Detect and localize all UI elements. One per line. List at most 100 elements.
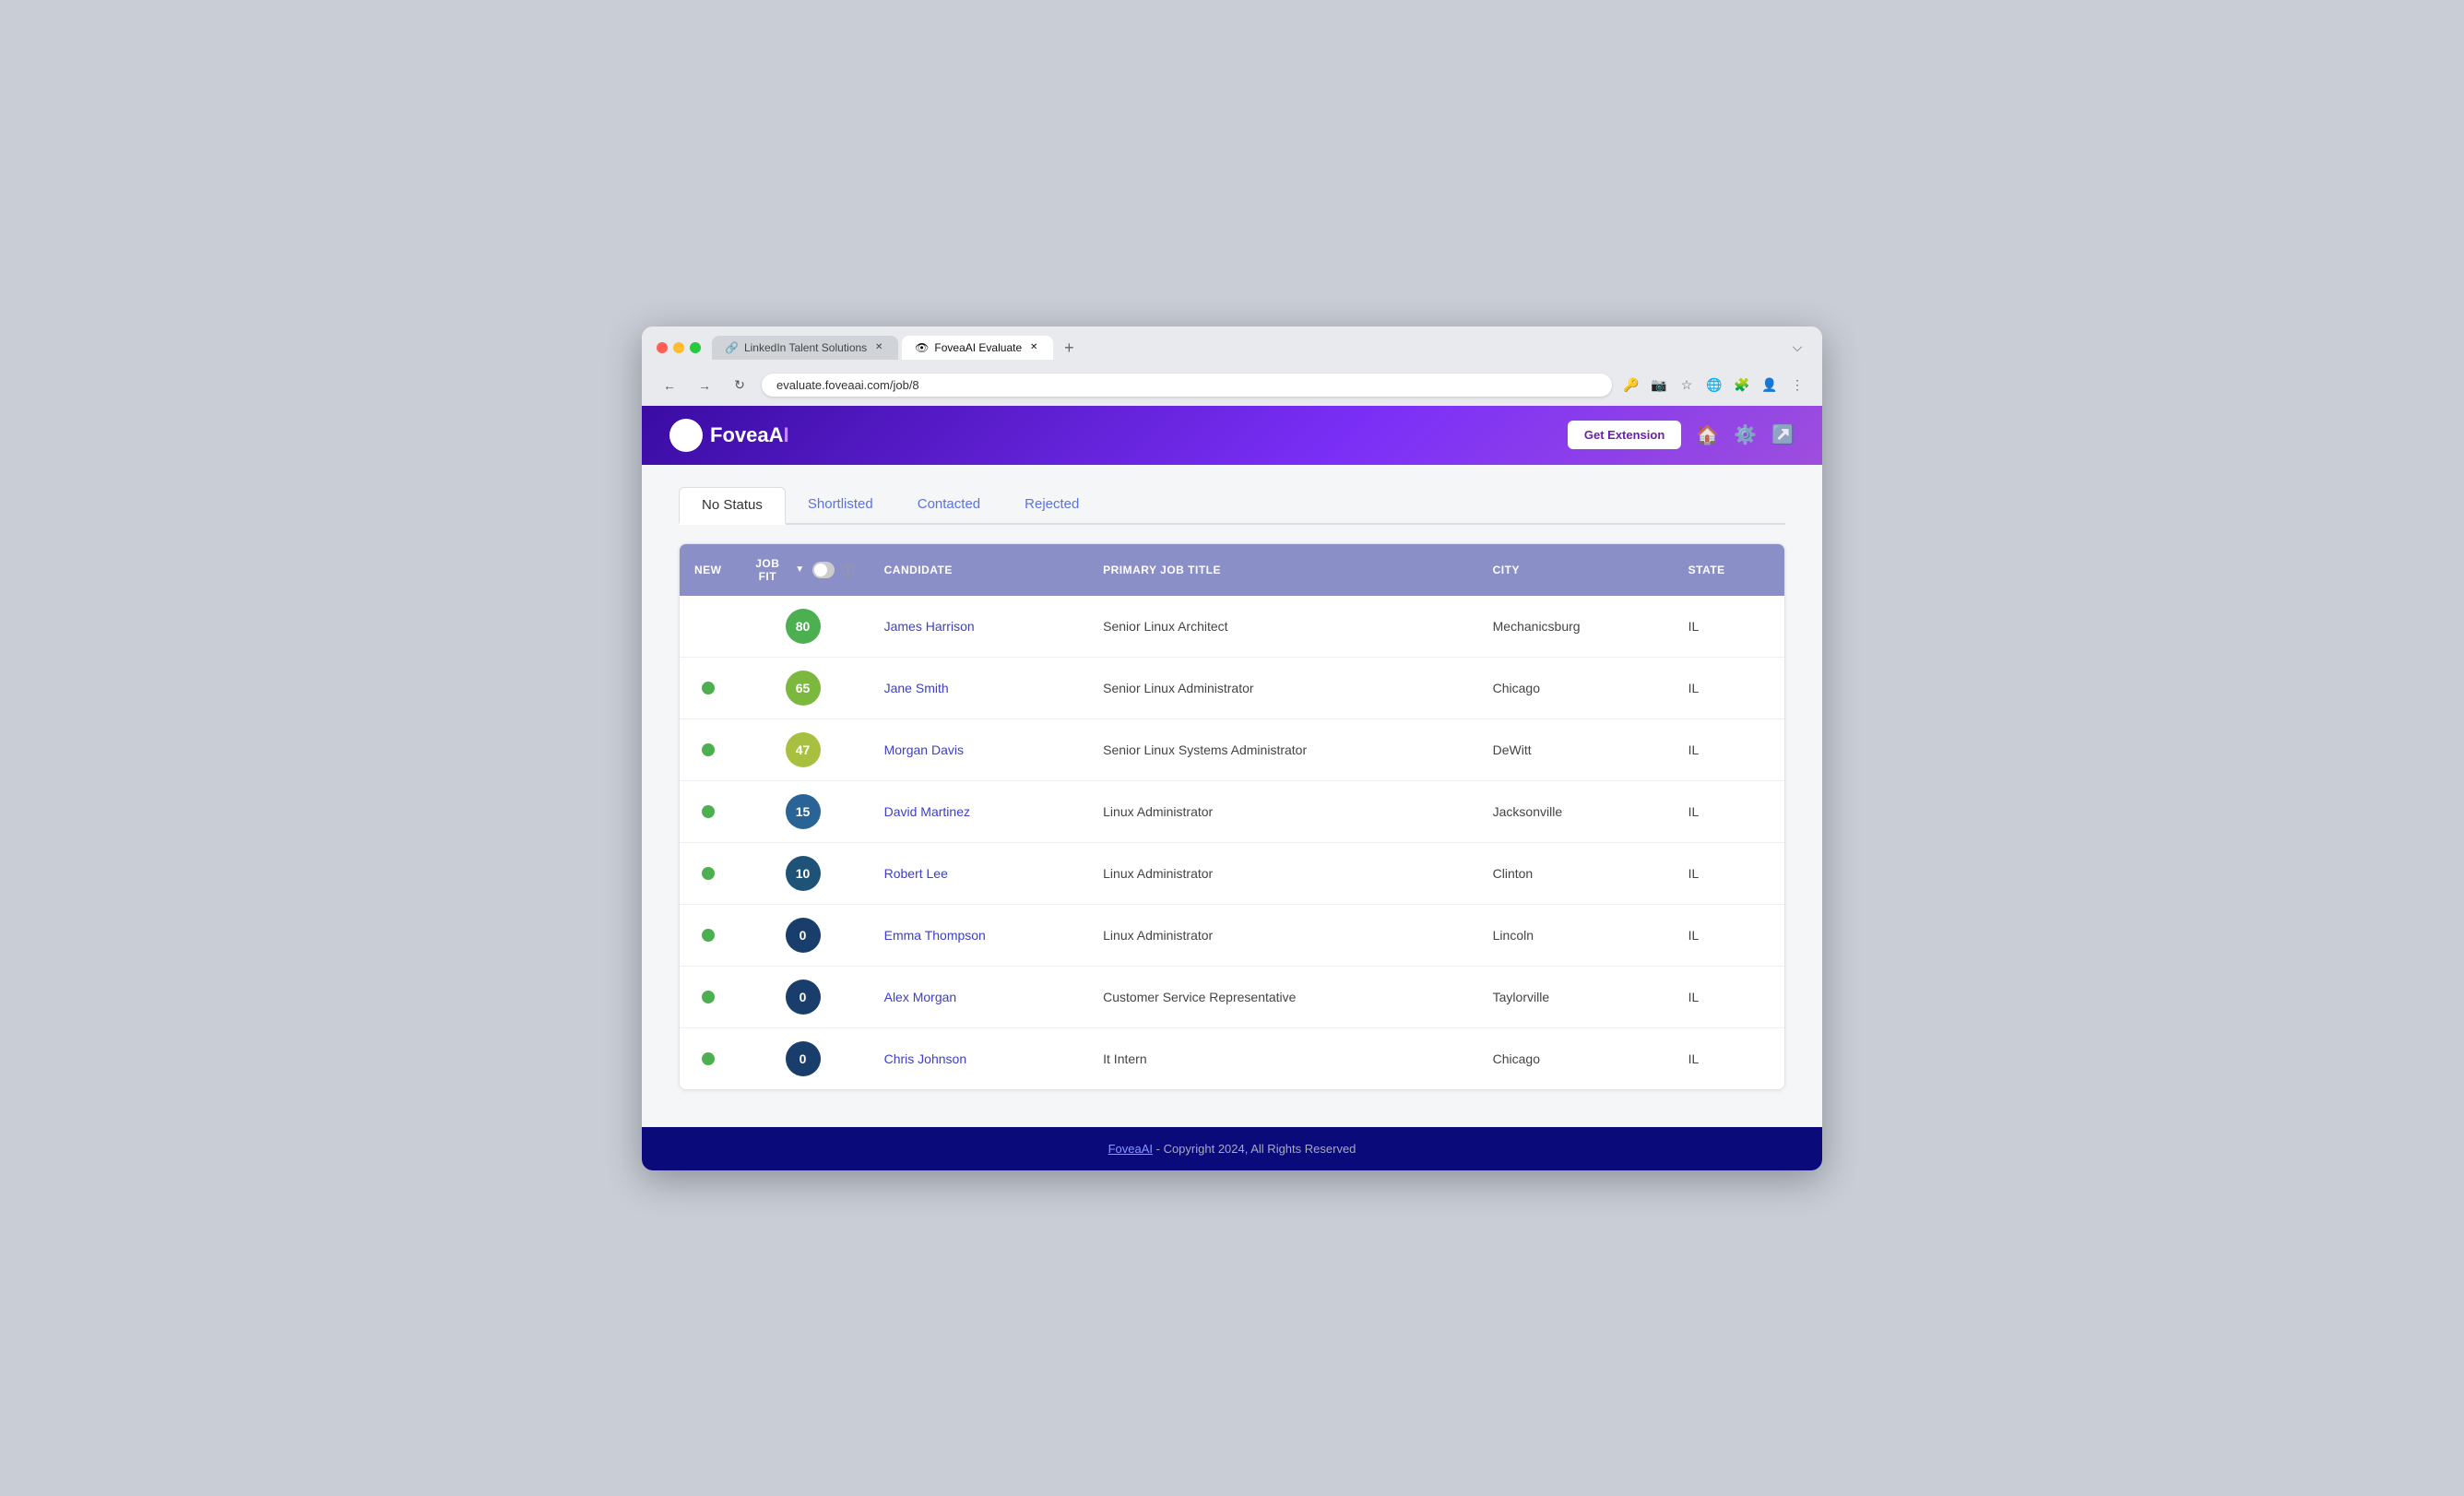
- table-row: 15 David Martinez Linux Administrator Ja…: [680, 780, 1784, 842]
- profile-icon[interactable]: 🌐: [1704, 375, 1724, 396]
- browser-window: 🔗 LinkedIn Talent Solutions ✕ 👁 FoveaAI …: [642, 327, 1822, 1170]
- candidate-name-2[interactable]: Morgan Davis: [884, 742, 964, 757]
- cell-candidate-1[interactable]: Jane Smith: [870, 657, 1089, 718]
- bookmark-icon[interactable]: ☆: [1676, 375, 1697, 396]
- cell-title-0: Senior Linux Architect: [1088, 596, 1478, 658]
- col-header-state: STATE: [1674, 544, 1784, 596]
- job-fit-toggle[interactable]: [812, 562, 835, 578]
- get-extension-button[interactable]: Get Extension: [1568, 421, 1681, 449]
- export-icon[interactable]: ↗️: [1771, 423, 1795, 446]
- refresh-button[interactable]: ↻: [727, 373, 752, 398]
- status-tabs: No Status Shortlisted Contacted Rejected: [679, 487, 1785, 525]
- tab-contacted[interactable]: Contacted: [895, 487, 1002, 525]
- logo-text: FoveaAI: [710, 423, 789, 447]
- avatar-icon[interactable]: 👤: [1759, 375, 1780, 396]
- cell-candidate-7[interactable]: Chris Johnson: [870, 1027, 1089, 1089]
- info-icon[interactable]: ⓘ: [842, 561, 855, 578]
- tab-no-status[interactable]: No Status: [679, 487, 786, 525]
- new-indicator: [702, 682, 715, 695]
- cell-new-5: [680, 904, 737, 966]
- candidate-name-6[interactable]: Alex Morgan: [884, 990, 957, 1004]
- fit-badge-7: 0: [786, 1041, 821, 1076]
- cell-new-2: [680, 718, 737, 780]
- cell-state-0: IL: [1674, 596, 1784, 658]
- cell-new-1: [680, 657, 737, 718]
- chrome-top: 🔗 LinkedIn Talent Solutions ✕ 👁 FoveaAI …: [657, 336, 1807, 360]
- candidate-name-1[interactable]: Jane Smith: [884, 681, 949, 695]
- extension-icon[interactable]: 🧩: [1732, 375, 1752, 396]
- sort-icon: ▼: [795, 564, 804, 575]
- table-row: 0 Chris Johnson It Intern Chicago IL: [680, 1027, 1784, 1089]
- cell-candidate-5[interactable]: Emma Thompson: [870, 904, 1089, 966]
- cell-title-4: Linux Administrator: [1088, 842, 1478, 904]
- cell-fit-2: 47: [737, 718, 870, 780]
- address-bar[interactable]: [762, 374, 1612, 397]
- cell-candidate-3[interactable]: David Martinez: [870, 780, 1089, 842]
- cell-fit-4: 10: [737, 842, 870, 904]
- tab-rejected[interactable]: Rejected: [1002, 487, 1101, 525]
- new-indicator: [702, 991, 715, 1003]
- fit-badge-6: 0: [786, 980, 821, 1015]
- cell-new-3: [680, 780, 737, 842]
- new-indicator: [702, 1052, 715, 1065]
- traffic-lights: [657, 342, 701, 353]
- new-tab-button[interactable]: +: [1057, 336, 1082, 360]
- table-row: 0 Emma Thompson Linux Administrator Linc…: [680, 904, 1784, 966]
- cell-state-5: IL: [1674, 904, 1784, 966]
- tab-fovea[interactable]: 👁 FoveaAI Evaluate ✕: [902, 336, 1053, 360]
- close-button[interactable]: [657, 342, 668, 353]
- new-indicator: [702, 805, 715, 818]
- cell-candidate-0[interactable]: James Harrison: [870, 596, 1089, 658]
- candidate-name-3[interactable]: David Martinez: [884, 804, 970, 819]
- fovea-logo-icon: 👁: [669, 419, 703, 452]
- tab-close-fovea[interactable]: ✕: [1027, 341, 1040, 354]
- candidate-name-7[interactable]: Chris Johnson: [884, 1051, 967, 1066]
- col-header-candidate: CANDIDATE: [870, 544, 1089, 596]
- cell-title-3: Linux Administrator: [1088, 780, 1478, 842]
- cell-candidate-2[interactable]: Morgan Davis: [870, 718, 1089, 780]
- screenshot-icon[interactable]: 📷: [1649, 375, 1669, 396]
- table-body: 80 James Harrison Senior Linux Architect…: [680, 596, 1784, 1089]
- col-header-job-fit[interactable]: JOB FIT ▼ ⓘ: [737, 544, 870, 596]
- candidate-name-4[interactable]: Robert Lee: [884, 866, 948, 881]
- footer-copyright: - Copyright 2024, All Rights Reserved: [1153, 1142, 1356, 1156]
- new-indicator: [702, 867, 715, 880]
- cell-city-2: DeWitt: [1478, 718, 1674, 780]
- tabs-row: 🔗 LinkedIn Talent Solutions ✕ 👁 FoveaAI …: [712, 336, 1776, 360]
- home-icon[interactable]: 🏠: [1696, 423, 1719, 446]
- cell-state-4: IL: [1674, 842, 1784, 904]
- tab-close-linkedin[interactable]: ✕: [872, 341, 885, 354]
- maximize-button[interactable]: [690, 342, 701, 353]
- forward-button[interactable]: →: [692, 373, 717, 398]
- table-row: 0 Alex Morgan Customer Service Represent…: [680, 966, 1784, 1027]
- candidate-name-0[interactable]: James Harrison: [884, 619, 975, 634]
- cell-fit-6: 0: [737, 966, 870, 1027]
- toolbar-actions: 🔑 📷 ☆ 🌐 🧩 👤 ⋮: [1621, 375, 1807, 396]
- footer-link[interactable]: FoveaAI: [1108, 1142, 1153, 1156]
- cell-candidate-4[interactable]: Robert Lee: [870, 842, 1089, 904]
- col-header-city: CITY: [1478, 544, 1674, 596]
- browser-actions: ⌵: [1787, 338, 1807, 358]
- fit-badge-4: 10: [786, 856, 821, 891]
- tab-linkedin[interactable]: 🔗 LinkedIn Talent Solutions ✕: [712, 336, 898, 360]
- fit-badge-2: 47: [786, 732, 821, 767]
- tab-shortlisted[interactable]: Shortlisted: [786, 487, 895, 525]
- back-button[interactable]: ←: [657, 373, 682, 398]
- window-controls-icon[interactable]: ⌵: [1787, 338, 1807, 358]
- fit-badge-1: 65: [786, 671, 821, 706]
- settings-icon[interactable]: ⚙️: [1734, 423, 1757, 446]
- candidate-name-5[interactable]: Emma Thompson: [884, 928, 986, 943]
- chrome-bar: 🔗 LinkedIn Talent Solutions ✕ 👁 FoveaAI …: [642, 327, 1822, 406]
- cell-fit-7: 0: [737, 1027, 870, 1089]
- cell-new-7: [680, 1027, 737, 1089]
- header-right: Get Extension 🏠 ⚙️ ↗️: [1568, 421, 1795, 449]
- password-icon[interactable]: 🔑: [1621, 375, 1641, 396]
- cell-fit-0: 80: [737, 596, 870, 658]
- cell-new-6: [680, 966, 737, 1027]
- cell-city-4: Clinton: [1478, 842, 1674, 904]
- cell-candidate-6[interactable]: Alex Morgan: [870, 966, 1089, 1027]
- cell-fit-3: 15: [737, 780, 870, 842]
- menu-icon[interactable]: ⋮: [1787, 375, 1807, 396]
- minimize-button[interactable]: [673, 342, 684, 353]
- app-header: 👁 FoveaAI Get Extension 🏠 ⚙️ ↗️: [642, 406, 1822, 465]
